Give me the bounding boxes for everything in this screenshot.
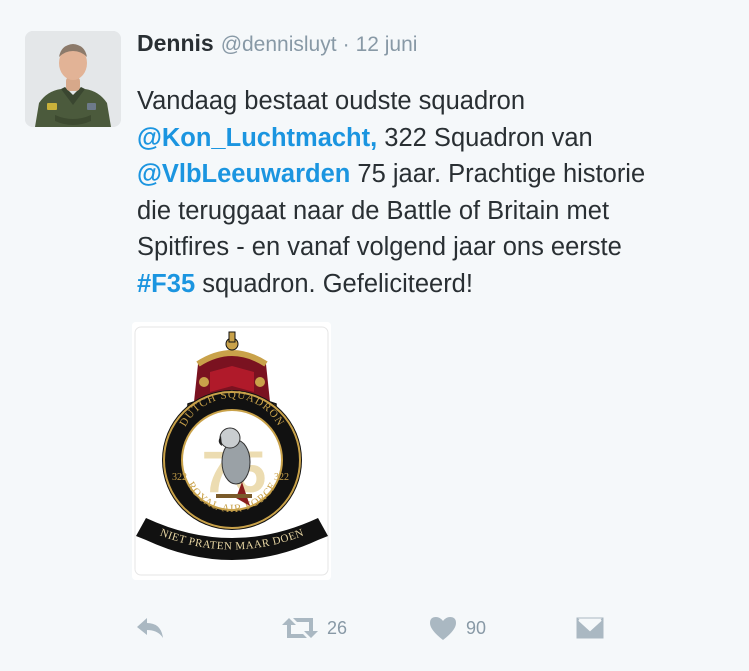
tweet-text-segment: 75 jaar. Prachtige historie xyxy=(350,160,646,188)
like-count: 90 xyxy=(466,617,487,638)
tweet-text-segment: squadron. Gefeliciteerd! xyxy=(195,269,473,298)
tweet-text-line: @VlbLeeuwarden 75 jaar. Prachtige histor… xyxy=(137,156,737,193)
tweet-text-line: @Kon_Luchtmacht, 322 Squadron van xyxy=(137,120,737,157)
separator-dot: · xyxy=(342,33,350,56)
retweet-icon xyxy=(282,618,318,638)
hashtag-link[interactable]: #F35 xyxy=(137,270,195,298)
timestamp[interactable]: 12 juni xyxy=(356,33,418,57)
mention-link[interactable]: @VlbLeeuwarden xyxy=(137,160,350,188)
tweet: Dennis @dennisluyt · 12 juni Vandaag bes… xyxy=(0,0,749,671)
badge-right-number: 322 xyxy=(274,472,289,483)
retweet-button[interactable]: 26 xyxy=(281,608,347,648)
tweet-text-segment: Spitfires - en vanaf volgend jaar ons ee… xyxy=(137,233,622,261)
like-button[interactable]: 90 xyxy=(428,608,486,648)
badge-left-number: 322 xyxy=(172,472,187,483)
tweet-text-segment: 322 Squadron van xyxy=(377,123,593,152)
tweet-actions: 26 90 xyxy=(0,608,749,648)
mention-link[interactable]: @Kon_Luchtmacht, xyxy=(137,124,377,152)
tweet-text-segment: Vandaag bestaat oudste squadron xyxy=(137,87,526,115)
reply-icon xyxy=(137,618,163,638)
tweet-header: Dennis @dennisluyt · 12 juni xyxy=(137,30,417,62)
tweet-text-line: die teruggaat naar de Battle of Britain … xyxy=(137,193,737,230)
reply-button[interactable] xyxy=(134,608,166,648)
author-name[interactable]: Dennis xyxy=(137,30,214,57)
envelope-icon xyxy=(576,617,604,639)
tweet-text-line: #F35 squadron. Gefeliciteerd! xyxy=(137,266,737,303)
tweet-text-line: Vandaag bestaat oudste squadron xyxy=(137,83,737,120)
tweet-text-segment: die teruggaat naar de Battle of Britain … xyxy=(137,196,610,225)
avatar-photo xyxy=(25,31,121,127)
heart-icon xyxy=(430,617,456,640)
squadron-badge-image: DUTCH SQUADRON ROYAL AIR FORCE 322 322 7… xyxy=(132,322,331,580)
media-image[interactable]: DUTCH SQUADRON ROYAL AIR FORCE 322 322 7… xyxy=(132,322,331,580)
retweet-count: 26 xyxy=(327,617,348,638)
author-handle[interactable]: @dennisluyt xyxy=(221,33,337,57)
tweet-text-line: Spitfires - en vanaf volgend jaar ons ee… xyxy=(137,229,737,266)
direct-message-button[interactable] xyxy=(575,608,605,648)
tweet-text: Vandaag bestaat oudste squadron @Kon_Luch… xyxy=(137,83,737,302)
avatar[interactable] xyxy=(25,31,121,127)
